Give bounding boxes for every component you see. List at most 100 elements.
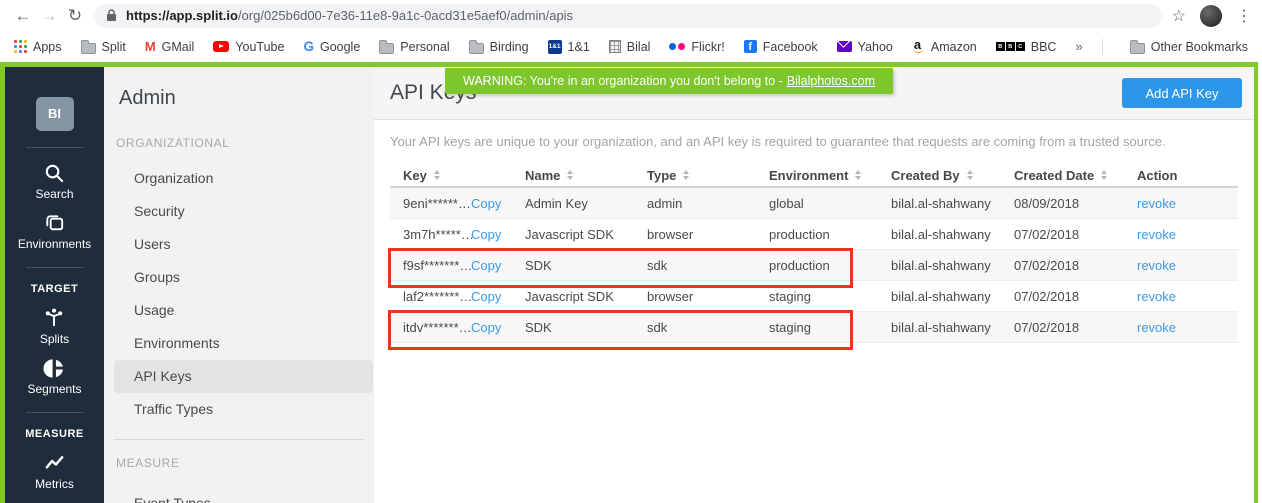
bookmark-birding[interactable]: Birding <box>469 40 529 54</box>
column-header-key[interactable]: Key <box>390 168 525 183</box>
revoke-link[interactable]: revoke <box>1137 320 1176 335</box>
revoke-link[interactable]: revoke <box>1137 196 1176 211</box>
browser-menu-icon[interactable] <box>1236 6 1252 26</box>
bookmark-yahoo[interactable]: Yahoo <box>837 40 893 54</box>
other-bookmarks[interactable]: Other Bookmarks <box>1130 40 1248 54</box>
browser-profile-avatar[interactable] <box>1200 5 1222 27</box>
bookmark-gmail[interactable]: GMail <box>145 39 195 54</box>
nav-item-environments[interactable]: Environments <box>114 327 373 360</box>
nav-item-users[interactable]: Users <box>114 228 373 261</box>
nav-item-organization[interactable]: Organization <box>114 162 373 195</box>
bookmark-apps[interactable]: Apps <box>14 40 62 54</box>
bookmark-bilal[interactable]: Bilal <box>609 40 651 54</box>
sort-icon[interactable] <box>434 170 440 180</box>
rail-divider <box>26 147 84 148</box>
bookmark-personal[interactable]: Personal <box>379 40 449 54</box>
nav-item-security[interactable]: Security <box>114 195 373 228</box>
bookmark-flickr[interactable]: Flickr! <box>669 40 724 54</box>
revoke-link[interactable]: revoke <box>1137 258 1176 273</box>
forward-icon[interactable]: → <box>36 6 62 26</box>
org-avatar[interactable]: BI <box>36 97 74 131</box>
sort-icon[interactable] <box>683 170 689 180</box>
yahoo-icon <box>837 41 852 52</box>
bookmark-facebook[interactable]: Facebook <box>744 40 818 54</box>
api-key-masked: 9eni******… <box>403 196 471 211</box>
bookmark-label: BBC <box>1031 40 1057 54</box>
table-body: 9eni******…Copy Admin Key admin global b… <box>390 188 1238 343</box>
column-header-created-by[interactable]: Created By <box>891 168 1014 183</box>
key-created-date: 07/02/2018 <box>1014 227 1137 242</box>
key-type: browser <box>647 289 769 304</box>
bookmark-label: Split <box>102 40 126 54</box>
rail-item-environments[interactable]: Environments <box>5 212 104 251</box>
add-api-key-button[interactable]: Add API Key <box>1122 78 1242 108</box>
nav-item-usage[interactable]: Usage <box>114 294 373 327</box>
section-organizational: ORGANIZATIONAL <box>104 136 374 150</box>
api-key-masked: laf2*******… <box>403 289 471 304</box>
copy-link[interactable]: Copy <box>471 258 501 273</box>
revoke-link[interactable]: revoke <box>1137 227 1176 242</box>
copy-link[interactable]: Copy <box>471 227 501 242</box>
bookmark-split[interactable]: Split <box>81 40 126 54</box>
column-header-name[interactable]: Name <box>525 168 647 183</box>
bookmark-youtube[interactable]: YouTube <box>213 40 284 54</box>
bookmark-label: Facebook <box>763 40 818 54</box>
key-type: browser <box>647 227 769 242</box>
nav-item-event-types[interactable]: Event Types <box>114 487 373 503</box>
rail-item-segments[interactable]: Segments <box>5 357 104 396</box>
rail-divider <box>26 412 84 413</box>
warning-org-link[interactable]: Bilalphotos.com <box>787 74 875 88</box>
org-warning-banner: WARNING: You're in an organization you d… <box>445 68 893 94</box>
bookmarks-overflow-icon[interactable]: » <box>1075 39 1082 54</box>
rail-section-measure: MEASURE <box>5 428 104 440</box>
bookmark-label: Birding <box>490 40 529 54</box>
flickr-icon <box>669 43 685 50</box>
back-icon[interactable]: ← <box>10 6 36 26</box>
table-row: 3m7h*****…Copy Javascript SDK browser pr… <box>390 219 1238 250</box>
amazon-icon <box>912 40 925 54</box>
column-header-type[interactable]: Type <box>647 168 769 183</box>
rail-item-search[interactable]: Search <box>5 162 104 201</box>
key-created-date: 08/09/2018 <box>1014 196 1137 211</box>
column-header-environment[interactable]: Environment <box>769 168 891 183</box>
sort-icon[interactable] <box>855 170 861 180</box>
bookmark-bbc[interactable]: BBC <box>996 40 1057 54</box>
key-environment: staging <box>769 289 891 304</box>
key-cell: 3m7h*****…Copy <box>390 227 525 242</box>
folder-icon <box>469 43 484 54</box>
rail-item-metrics[interactable]: Metrics <box>5 452 104 491</box>
1and1-icon <box>548 40 562 54</box>
rail-divider <box>26 267 84 268</box>
apps-grid-icon <box>14 40 27 53</box>
key-created-date: 07/02/2018 <box>1014 258 1137 273</box>
sort-icon[interactable] <box>1101 170 1107 180</box>
rail-item-splits[interactable]: Splits <box>5 307 104 346</box>
bookmark-google[interactable]: Google <box>303 39 360 54</box>
api-keys-description: Your API keys are unique to your organiz… <box>390 134 1238 149</box>
nav-item-groups[interactable]: Groups <box>114 261 373 294</box>
table-row: laf2*******…Copy Javascript SDK browser … <box>390 281 1238 312</box>
table-header-row: Key Name Type Environment Created By Cre… <box>390 164 1238 188</box>
copy-link[interactable]: Copy <box>471 320 501 335</box>
address-bar[interactable]: https://app.split.io/org/025b6d00-7e36-1… <box>94 4 1162 28</box>
main-content: WARNING: You're in an organization you d… <box>374 67 1254 503</box>
splits-icon <box>43 307 66 330</box>
sort-icon[interactable] <box>567 170 573 180</box>
key-created-by: bilal.al-shahwany <box>891 196 1014 211</box>
bookmark-1and1[interactable]: 1&1 <box>548 40 590 54</box>
bookmark-label: GMail <box>162 40 195 54</box>
sort-icon[interactable] <box>967 170 973 180</box>
revoke-link[interactable]: revoke <box>1137 289 1176 304</box>
key-environment: production <box>769 258 891 273</box>
bookmark-label: Apps <box>33 40 62 54</box>
bookmark-star-icon[interactable] <box>1172 6 1186 26</box>
reload-icon[interactable]: ↻ <box>62 6 88 26</box>
copy-link[interactable]: Copy <box>471 196 501 211</box>
bookmark-amazon[interactable]: Amazon <box>912 40 977 54</box>
key-created-by: bilal.al-shahwany <box>891 258 1014 273</box>
column-header-created-date[interactable]: Created Date <box>1014 168 1137 183</box>
warning-text: WARNING: You're in an organization you d… <box>463 74 783 88</box>
nav-item-traffic-types[interactable]: Traffic Types <box>114 393 373 426</box>
nav-item-api-keys[interactable]: API Keys <box>114 360 373 393</box>
copy-link[interactable]: Copy <box>471 289 501 304</box>
